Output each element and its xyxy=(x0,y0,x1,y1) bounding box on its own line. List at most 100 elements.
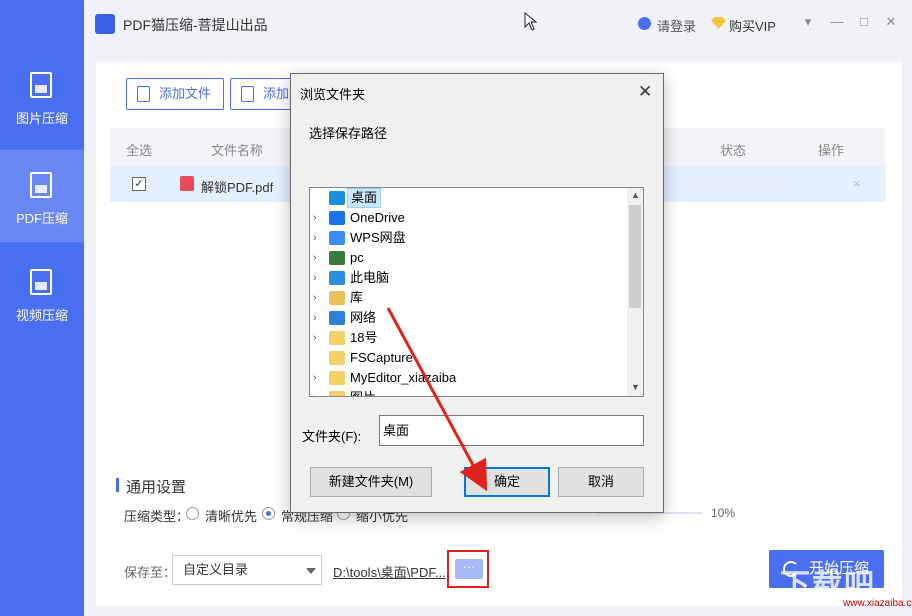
chevron-right-icon[interactable]: › xyxy=(313,248,317,268)
file-name: 解锁PDF.pdf xyxy=(201,180,274,195)
section-accent-bar xyxy=(116,478,119,492)
user-icon[interactable] xyxy=(638,17,651,30)
dialog-close-icon[interactable]: ✕ xyxy=(638,82,652,102)
folder-icon xyxy=(329,371,345,385)
compress-type-label: 压缩类型： xyxy=(124,509,190,524)
tree-item-label: MyEditor_xiazaiba xyxy=(350,370,457,385)
tree-item-label: pc xyxy=(350,250,364,265)
save-to-label: 保存至： xyxy=(124,565,177,580)
output-path-link[interactable]: D:\tools\桌面\PDF... xyxy=(333,562,446,581)
tree-item-label: 网络 xyxy=(350,310,377,325)
tree-item[interactable]: 桌面 xyxy=(310,188,626,208)
slider-value: 10% xyxy=(711,506,736,520)
tree-item[interactable]: FSCapture xyxy=(310,348,626,368)
chevron-down-icon xyxy=(306,568,316,574)
login-link[interactable]: 请登录 xyxy=(657,16,696,35)
settings-title: 通用设置 xyxy=(126,479,187,496)
user-icon xyxy=(329,251,345,265)
chevron-right-icon[interactable]: › xyxy=(313,208,317,228)
tree-item-label: 图片 xyxy=(350,388,376,396)
close-button[interactable]: ✕ xyxy=(883,14,899,30)
remove-row-icon[interactable]: × xyxy=(853,176,861,191)
sidebar-item-label: PDF压缩 xyxy=(15,211,68,226)
sidebar-item-label: 视频压缩 xyxy=(15,308,68,323)
file-name-header: 文件名称 xyxy=(211,143,264,158)
status-progress-bar xyxy=(689,182,784,186)
tree-item[interactable]: › 图片 xyxy=(310,388,626,396)
tree-item-label: 此电脑 xyxy=(350,270,390,285)
chevron-right-icon[interactable]: › xyxy=(313,328,317,348)
sidebar-item-video-compress[interactable]: 视频压缩 xyxy=(0,247,84,339)
desktop-icon xyxy=(329,191,345,205)
chevron-right-icon[interactable]: › xyxy=(313,368,317,388)
cloud-icon xyxy=(329,211,345,225)
app-logo-icon xyxy=(95,14,115,34)
dialog-title: 浏览文件夹 xyxy=(300,87,366,102)
add-file-label: 添加文件 xyxy=(159,86,212,101)
tree-item-label: OneDrive xyxy=(350,210,405,225)
tree-item[interactable]: › WPS网盘 xyxy=(310,228,626,248)
tree-item[interactable]: › 库 xyxy=(310,288,626,308)
tree-item[interactable]: › OneDrive xyxy=(310,208,626,228)
tree-item-label: 桌面 xyxy=(347,188,382,208)
directory-select[interactable]: 自定义目录 xyxy=(172,555,322,585)
tree-item[interactable]: › 网络 xyxy=(310,308,626,328)
tree-item-label: WPS网盘 xyxy=(350,230,406,245)
folder-icon xyxy=(329,391,345,396)
tree-item-label: 库 xyxy=(350,290,364,305)
tree-item-label: FSCapture xyxy=(350,350,413,365)
menu-dropdown-button[interactable]: ▾ xyxy=(800,14,816,30)
annotation-highlight-box xyxy=(447,550,489,588)
add-folder-icon xyxy=(241,86,254,102)
scroll-down-icon[interactable]: ▼ xyxy=(631,382,640,392)
maximize-button[interactable]: □ xyxy=(856,14,872,30)
new-folder-button[interactable]: 新建文件夹(M) xyxy=(310,467,432,497)
folder-label: 文件夹(F): xyxy=(302,429,362,444)
tree-item[interactable]: › pc xyxy=(310,248,626,268)
sidebar-item-image-compress[interactable]: 图片压缩 xyxy=(0,50,84,142)
sidebar-item-label: 图片压缩 xyxy=(15,111,68,126)
folder-icon xyxy=(329,351,345,365)
buy-vip-link[interactable]: 购买VIP xyxy=(729,16,776,35)
tree-item[interactable]: › 18号 xyxy=(310,328,626,348)
action-header: 操作 xyxy=(818,143,845,158)
network-icon xyxy=(329,311,345,325)
cancel-button[interactable]: 取消 xyxy=(558,467,644,497)
row-checkbox[interactable]: ✓ xyxy=(132,177,146,191)
scroll-up-icon[interactable]: ▲ xyxy=(631,190,640,200)
radio-normal-compress[interactable] xyxy=(262,507,275,520)
video-file-icon xyxy=(30,269,52,295)
pdf-icon xyxy=(180,176,194,191)
status-header: 状态 xyxy=(720,143,747,158)
app-title: PDF猫压缩-菩提山出品 xyxy=(123,17,268,33)
add-folder-button[interactable]: 添加文 xyxy=(230,78,292,110)
pdf-file-icon xyxy=(30,172,52,198)
cloud-icon xyxy=(329,231,345,245)
folder-input[interactable]: 桌面 xyxy=(379,415,644,446)
folder-icon xyxy=(329,331,345,345)
tree-item-label: 18号 xyxy=(350,330,378,345)
sidebar-item-pdf-compress[interactable]: PDF压缩 xyxy=(0,150,84,242)
chevron-right-icon[interactable]: › xyxy=(313,268,317,288)
add-folder-label: 添加文 xyxy=(263,86,291,101)
ok-button[interactable]: 确定 xyxy=(464,467,550,497)
mouse-cursor-icon xyxy=(524,12,538,31)
library-icon xyxy=(329,291,345,305)
add-file-icon xyxy=(137,86,150,102)
chevron-right-icon[interactable]: › xyxy=(313,308,317,328)
radio-label: 清晰优先 xyxy=(205,509,258,524)
tree-item[interactable]: › 此电脑 xyxy=(310,268,626,288)
computer-icon xyxy=(329,271,345,285)
scroll-thumb[interactable] xyxy=(629,205,641,308)
radio-clarity-first[interactable] xyxy=(186,507,199,520)
add-file-button[interactable]: 添加文件 xyxy=(126,78,224,110)
chevron-right-icon[interactable]: › xyxy=(313,388,317,396)
watermark-url: www.xiazaiba.com xyxy=(843,598,912,609)
chevron-right-icon[interactable]: › xyxy=(313,288,317,308)
select-all-header[interactable]: 全选 xyxy=(126,140,152,159)
tree-item[interactable]: › MyEditor_xiazaiba xyxy=(310,368,626,388)
dialog-subtitle: 选择保存路径 xyxy=(309,126,388,141)
minimize-button[interactable]: — xyxy=(829,14,845,30)
image-file-icon xyxy=(30,72,52,98)
chevron-right-icon[interactable]: › xyxy=(313,228,317,248)
